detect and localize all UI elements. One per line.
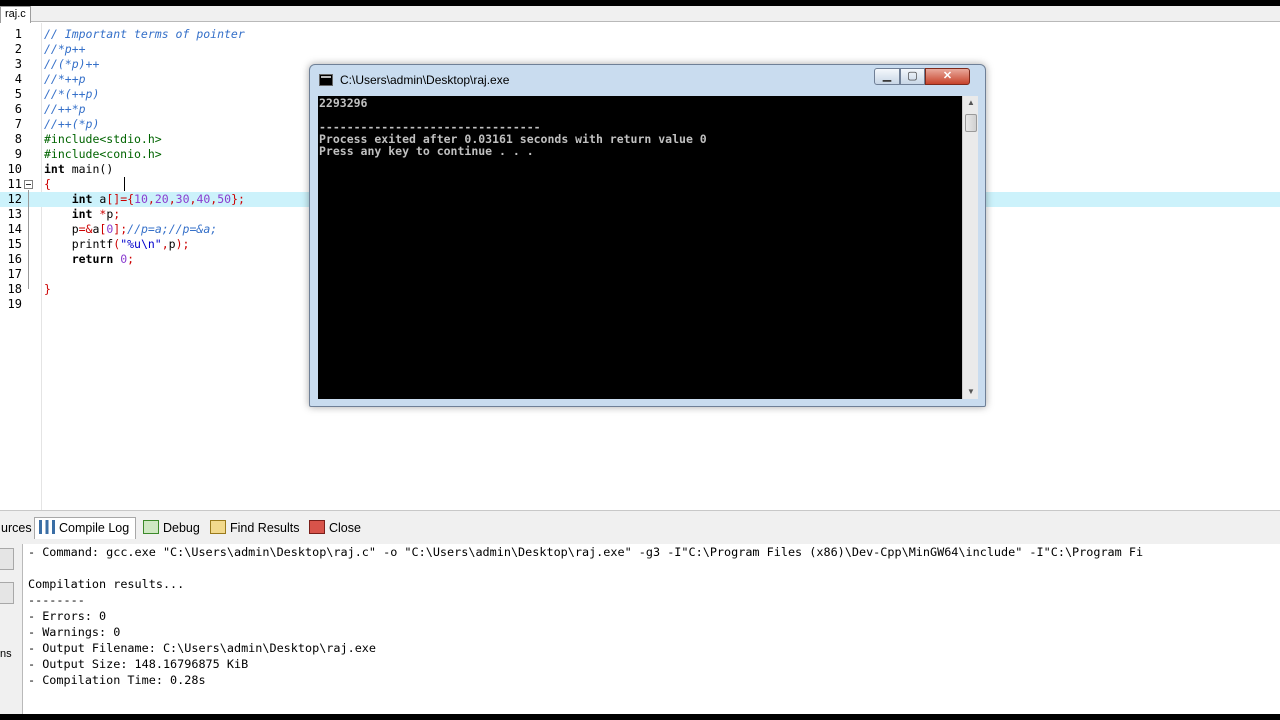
console-output-area[interactable]: 2293296 --------------------------------… [318, 96, 970, 399]
tab-compile-log[interactable]: Compile Log [34, 517, 136, 539]
console-output: 2293296 --------------------------------… [319, 96, 707, 158]
code-text: } [44, 282, 51, 296]
line-number: 13 [7, 207, 22, 221]
line-number: 16 [7, 252, 22, 266]
fold-guide-line [28, 190, 29, 289]
line-number: 8 [14, 132, 22, 146]
console-app-icon [319, 74, 333, 86]
tab-label: Compile Log [59, 521, 130, 535]
close-icon [309, 520, 325, 534]
line-number: 7 [14, 117, 22, 131]
console-title: C:\Users\admin\Desktop\raj.exe [340, 73, 510, 87]
code-text: //++*p [44, 102, 86, 116]
code-line[interactable]: 2 //*p++ [0, 42, 1280, 57]
code-text: { [44, 177, 51, 191]
line-number: 6 [14, 102, 22, 116]
bottom-black-bar [0, 714, 1280, 720]
code-text: #include<stdio.h> [44, 132, 162, 146]
line-number: 2 [14, 42, 22, 56]
code-text: //*p++ [44, 42, 86, 56]
code-text: //(*p)++ [44, 57, 100, 71]
find-results-icon [210, 520, 226, 534]
code-text: int a[]={10,20,30,40,50}; [71, 192, 245, 206]
tab-label: Find Results [230, 521, 300, 535]
console-window[interactable]: C:\Users\admin\Desktop\raj.exe ▁ ▢ ✕ 229… [309, 64, 986, 407]
code-text: int main() [44, 162, 114, 176]
tab-label: urces [1, 521, 32, 535]
code-text: // Important terms of pointer [44, 27, 245, 41]
tab-close[interactable]: Close [304, 517, 364, 539]
tab-label: Debug [163, 521, 200, 535]
code-text: //*++p [44, 72, 86, 86]
line-number: 11 [7, 177, 22, 191]
scroll-up-icon[interactable]: ▲ [963, 96, 979, 110]
text-cursor-icon [124, 177, 126, 191]
scrollbar-thumb[interactable] [965, 114, 977, 132]
side-label: ns [0, 648, 12, 660]
code-text: //*(++p) [44, 87, 100, 101]
compile-log-text: - Command: gcc.exe "C:\Users\admin\Deskt… [28, 545, 1144, 687]
file-tab-raj-c[interactable]: raj.c [0, 6, 31, 23]
maximize-button[interactable]: ▢ [900, 68, 925, 85]
line-number: 17 [7, 267, 22, 281]
line-number: 1 [14, 27, 22, 41]
code-text: int *p; [71, 207, 121, 221]
code-text: printf("%u\n",p); [44, 237, 190, 251]
console-title-bar[interactable]: C:\Users\admin\Desktop\raj.exe ▁ ▢ ✕ [310, 65, 985, 95]
line-number: 12 [7, 192, 22, 206]
line-number: 4 [14, 72, 22, 86]
line-number: 9 [14, 147, 22, 161]
tab-label: Close [329, 521, 361, 535]
file-tab-bar: raj.c [0, 6, 1280, 23]
line-number: 14 [7, 222, 22, 236]
compile-log-output[interactable]: - Command: gcc.exe "C:\Users\admin\Deskt… [22, 544, 1280, 718]
code-text: return 0; [71, 252, 135, 266]
code-line[interactable]: 1 // Important terms of pointer [0, 27, 1280, 42]
bottom-panel: urces Compile Log Debug Find Results Clo… [0, 510, 1280, 720]
bottom-panel-tabs: urces Compile Log Debug Find Results Clo… [0, 517, 1280, 539]
tab-debug[interactable]: Debug [138, 517, 203, 539]
line-number: 19 [7, 297, 22, 311]
line-number: 5 [14, 87, 22, 101]
console-scrollbar[interactable]: ▲ ▼ [962, 96, 978, 399]
minimize-button[interactable]: ▁ [874, 68, 900, 85]
line-number: 18 [7, 282, 22, 296]
code-text: p=&a[0];//p=a;//p=&a; [44, 222, 218, 236]
line-number: 3 [14, 57, 22, 71]
side-button[interactable] [0, 548, 14, 570]
debug-icon [143, 520, 159, 534]
scroll-down-icon[interactable]: ▼ [963, 385, 979, 399]
left-side-stub: ns [0, 544, 14, 718]
compile-log-icon [39, 520, 55, 534]
tab-resources[interactable]: urces [0, 517, 32, 539]
code-text: //++(*p) [44, 117, 100, 131]
line-number: 15 [7, 237, 22, 251]
side-button[interactable] [0, 582, 14, 604]
fold-collapse-icon[interactable] [24, 180, 33, 189]
tab-find-results[interactable]: Find Results [205, 517, 301, 539]
code-text: #include<conio.h> [44, 147, 162, 161]
close-window-button[interactable]: ✕ [925, 68, 970, 85]
line-number: 10 [7, 162, 22, 176]
